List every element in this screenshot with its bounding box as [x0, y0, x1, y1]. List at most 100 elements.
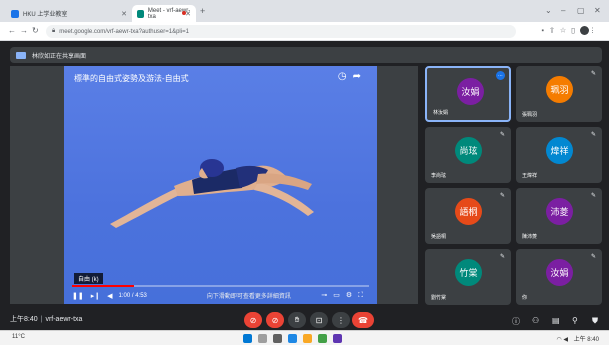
- host-controls-icon[interactable]: ⛊: [592, 316, 598, 326]
- more-options-button[interactable]: ⋮: [332, 312, 350, 328]
- meet-favicon-icon: [137, 9, 144, 18]
- participant-tile[interactable]: 珮羽 ✎ 張珮羽: [516, 66, 602, 122]
- scroll-hint: 向下滑動即可查看更多詳細資訊: [206, 294, 291, 300]
- pause-icon[interactable]: ❚❚: [72, 292, 84, 300]
- task-view-icon[interactable]: [273, 334, 282, 343]
- raise-hand-button[interactable]: ✋︎: [288, 312, 306, 328]
- chrome-icon[interactable]: [318, 334, 327, 343]
- more-vert-icon: ⋮: [337, 315, 345, 325]
- participant-name: 吳語桐: [431, 234, 447, 240]
- share-icon[interactable]: ➦: [353, 71, 367, 82]
- edge-icon[interactable]: [288, 334, 297, 343]
- participant-name: 王煒祥: [522, 173, 538, 179]
- folder-icon[interactable]: [303, 334, 312, 343]
- menu-icon[interactable]: ⋮: [589, 27, 601, 34]
- fullscreen-icon[interactable]: ⛶: [358, 292, 369, 299]
- mic-toggle-button[interactable]: ⊘: [244, 312, 262, 328]
- store-icon[interactable]: [333, 334, 342, 343]
- mic-off-icon: ✎: [590, 71, 596, 77]
- participant-tile[interactable]: 汝娟 ⋯ 林汝娟: [425, 66, 511, 122]
- autoplay-toggle[interactable]: ⊸: [321, 292, 333, 299]
- shared-screen: 標準的自由式姿勢及游法-自由式 ◷➦ 自由 (k) ❚❚ ▸❙ ◀ 1:00 /…: [10, 66, 418, 304]
- new-tab-icon[interactable]: +: [200, 6, 205, 16]
- close-window-button[interactable]: ✕: [594, 6, 601, 15]
- close-tab-icon[interactable]: ✕: [185, 10, 191, 18]
- forward-icon[interactable]: →: [20, 26, 28, 35]
- avatar: 語桐: [455, 198, 482, 225]
- video-progress-fill: [72, 285, 135, 287]
- participant-tile[interactable]: 沛菱 ✎ 陳沛菱: [516, 188, 602, 244]
- sidebar-icon[interactable]: ▯: [571, 27, 580, 34]
- minimize-button[interactable]: –: [561, 6, 565, 15]
- chevron-down-icon[interactable]: ⌄: [545, 6, 552, 15]
- url-input[interactable]: 🔒︎ meet.google.com/vrf-aewr-txa?authuser…: [46, 25, 516, 38]
- wifi-icon[interactable]: ◠: [556, 337, 561, 343]
- camera-off-icon: ⊘: [271, 315, 279, 325]
- browser-window: HKU 上学业教室 ✕ Meet - vrf-aewr-txa ✕ + ⌄ – …: [0, 0, 609, 345]
- browser-actions: ▪⇪☆▯ ⋮: [542, 26, 602, 35]
- swimmer-figure: [110, 159, 314, 228]
- tab-strip: HKU 上学业教室 ✕ Meet - vrf-aewr-txa ✕ + ⌄ – …: [0, 0, 609, 22]
- participant-name: 你: [522, 295, 528, 301]
- subtitle-caption: 自由 (k): [74, 273, 103, 284]
- meet-area: 林欣如正在共享画面 標準的自由式姿勢及游法-自由式 ◷➦ 自由 (k) ❚❚ ▸…: [0, 41, 609, 330]
- leave-call-button[interactable]: ☎: [352, 312, 374, 328]
- reload-icon[interactable]: ↻: [32, 26, 39, 35]
- participant-name: 張珮羽: [522, 112, 538, 118]
- participant-tile[interactable]: 汝娟 ✎ 你: [516, 249, 602, 305]
- classroom-favicon-icon: [11, 9, 19, 18]
- tab-label: HKU 上学业教室: [23, 12, 68, 18]
- camera-toggle-button[interactable]: ⊘: [266, 312, 284, 328]
- meeting-code: vrf-aewr-txa: [45, 316, 83, 323]
- meet-control-bar: 上午8:40 | vrf-aewr-txa ⊘ ⊘ ✋︎ ⊡ ⋮ ☎ ⓘ ⚇ ▤ ⚲…: [0, 304, 609, 330]
- chat-icon[interactable]: ▤: [552, 316, 560, 325]
- present-screen-icon: ⊡: [315, 315, 323, 325]
- start-icon[interactable]: [243, 334, 252, 343]
- participant-name: 林汝娟: [433, 110, 449, 116]
- avatar: 竹棠: [455, 259, 482, 286]
- participant-tile[interactable]: 竹棠 ✎ 劉竹棠: [425, 249, 511, 305]
- tab-meet[interactable]: Meet - vrf-aewr-txa ✕: [132, 5, 196, 22]
- video-progress-bar[interactable]: [72, 285, 369, 287]
- volume-icon[interactable]: ◀: [107, 292, 112, 300]
- present-button[interactable]: ⊡: [310, 312, 328, 328]
- participant-tile[interactable]: 語桐 ✎ 吳語桐: [425, 188, 511, 244]
- tray-clock[interactable]: 上午 8:40: [574, 337, 599, 343]
- participant-name: 李尚玹: [431, 173, 447, 179]
- participant-tile[interactable]: 尚玹 ✎ 李尚玹: [425, 127, 511, 183]
- presentation-banner: 林欣如正在共享画面: [10, 47, 602, 63]
- more-options-icon[interactable]: ⋯: [496, 71, 505, 80]
- settings-icon[interactable]: ⚙: [346, 292, 358, 299]
- people-icon[interactable]: ⚇: [532, 316, 539, 325]
- avatar[interactable]: [580, 26, 589, 35]
- camera-icon[interactable]: ▪: [542, 27, 549, 34]
- video-right-controls: ⊸▭⚙⛶: [321, 291, 369, 300]
- search-icon[interactable]: [258, 334, 267, 343]
- avatar: 珮羽: [546, 76, 573, 103]
- activities-icon[interactable]: ⚲: [572, 316, 578, 325]
- participant-name: 陳沛菱: [522, 234, 538, 240]
- lock-icon: 🔒︎: [52, 28, 56, 34]
- subtitles-icon[interactable]: ▭: [333, 292, 346, 299]
- participant-tile[interactable]: 煒祥 ✎ 王煒祥: [516, 127, 602, 183]
- tab-classroom[interactable]: HKU 上学业教室 ✕: [6, 5, 132, 22]
- video-player[interactable]: 標準的自由式姿勢及游法-自由式 ◷➦ 自由 (k) ❚❚ ▸❙ ◀ 1:00 /…: [64, 66, 377, 304]
- avatar: 沛菱: [546, 198, 573, 225]
- weather-widget[interactable]: 11°C: [12, 334, 25, 340]
- close-tab-icon[interactable]: ✕: [121, 10, 127, 18]
- watch-later-icon[interactable]: ◷: [338, 71, 353, 82]
- url-text: meet.google.com/vrf-aewr-txa?authuser=1&…: [59, 28, 189, 35]
- share-icon[interactable]: ⇪: [549, 27, 560, 34]
- info-icon[interactable]: ⓘ: [512, 316, 520, 327]
- os-taskbar: 11°C ◠ ◀ 上午 8:40: [0, 330, 609, 345]
- next-icon[interactable]: ▸❙: [91, 292, 100, 300]
- volume-icon[interactable]: ◀: [563, 337, 568, 343]
- maximize-button[interactable]: ▢: [577, 6, 585, 15]
- avatar: 尚玹: [455, 137, 482, 164]
- presentation-label: 林欣如正在共享画面: [32, 53, 87, 60]
- mic-off-icon: ✎: [499, 132, 505, 138]
- mic-off-icon: ⊘: [249, 315, 257, 325]
- back-icon[interactable]: ←: [8, 26, 16, 35]
- phone-hangup-icon: ☎: [358, 315, 368, 325]
- star-icon[interactable]: ☆: [560, 27, 571, 34]
